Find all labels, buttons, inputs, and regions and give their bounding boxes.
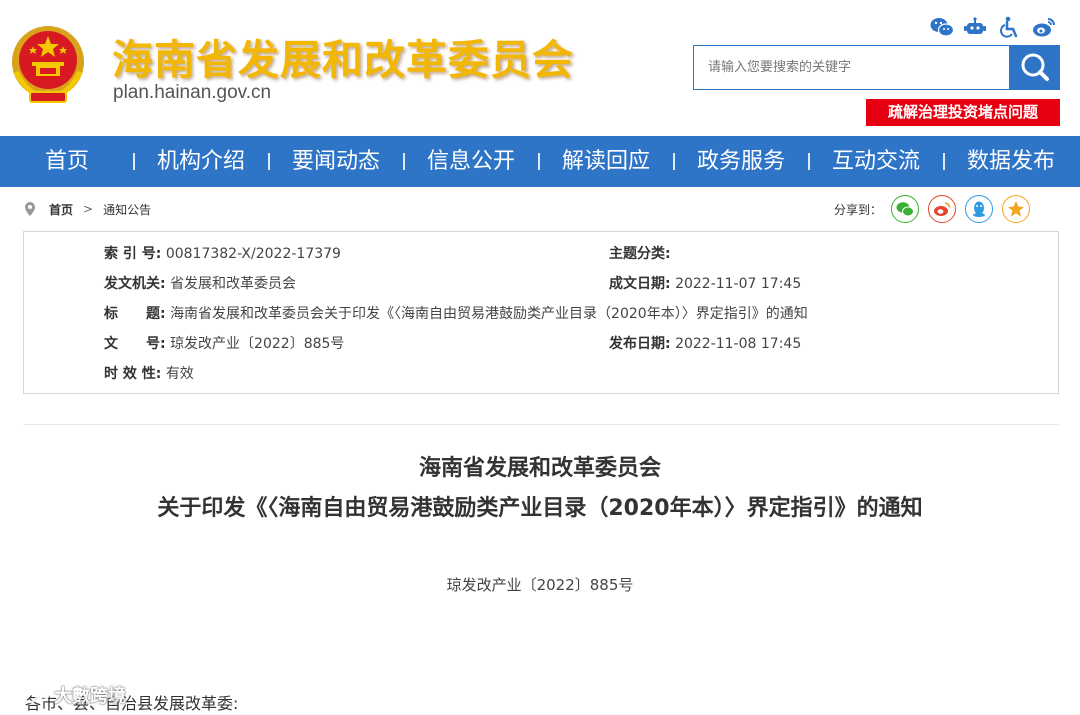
search-box: [693, 45, 1010, 90]
weibo-icon[interactable]: [1032, 16, 1055, 38]
share-label: 分享到：: [834, 202, 883, 217]
share-bar: 分享到：: [834, 195, 1031, 223]
meta-validity-label: 时 效 性:: [104, 366, 162, 382]
meta-date-written-value: 2022-11-07 17:45: [675, 276, 802, 292]
share-weibo-icon[interactable]: [928, 195, 957, 223]
search-button[interactable]: [1010, 45, 1060, 90]
meta-publish-date-label: 发布日期:: [609, 336, 671, 352]
nav-separator: [943, 153, 945, 170]
share-wechat-icon[interactable]: [891, 195, 920, 223]
nav-separator: [268, 153, 270, 170]
nav-info-disclosure[interactable]: 信息公开: [427, 136, 515, 187]
accessibility-icon[interactable]: [998, 16, 1020, 38]
search-input[interactable]: [694, 46, 1009, 89]
meta-validity-value: 有效: [165, 366, 194, 382]
meta-topic-row: 主题分类:: [609, 243, 671, 263]
nav-news[interactable]: 要闻动态: [292, 136, 380, 187]
meta-index-label: 索 引 号:: [104, 246, 162, 262]
meta-date-written-label: 成文日期:: [609, 276, 671, 292]
meta-issuer-row: 发文机关: 省发展和改革委员会: [104, 273, 296, 293]
meta-issuer-value: 省发展和改革委员会: [170, 276, 297, 292]
watermark-logo-icon: [8, 686, 50, 704]
meta-title-row: 标 题: 海南省发展和改革委员会关于印发《〈海南自由贸易港鼓励类产业目录（202…: [104, 303, 808, 323]
document-meta-box: 索 引 号: 00817382-X/2022-17379 主题分类: 发文机关:…: [23, 231, 1059, 394]
document-title-line1: 海南省发展和改革委员会: [418, 456, 661, 481]
meta-date-written-row: 成文日期: 2022-11-07 17:45: [609, 273, 801, 293]
nav-institution[interactable]: 机构介绍: [157, 136, 245, 187]
meta-doc-number-value: 琼发改产业〔2022〕885号: [170, 336, 345, 352]
investment-issue-banner[interactable]: 疏解治理投资堵点问题: [866, 99, 1060, 126]
nav-gov-services[interactable]: 政务服务: [697, 136, 785, 187]
nav-interaction[interactable]: 互动交流: [832, 136, 920, 187]
site-header: 海南省发展和改革委员会 plan.hainan.gov.cn 疏解治理投资堵点问…: [0, 0, 1080, 136]
meta-title-label: 标 题:: [104, 306, 166, 322]
wechat-icon[interactable]: [930, 16, 955, 38]
nav-separator: [808, 153, 810, 170]
share-qq-icon[interactable]: [965, 195, 994, 223]
location-pin-icon: [25, 202, 35, 216]
nav-home[interactable]: 首页: [45, 136, 89, 187]
nav-separator: [538, 153, 540, 170]
nav-separator: [133, 153, 135, 170]
document-number: 琼发改产业〔2022〕885号: [446, 576, 634, 594]
breadcrumb-separator: >: [83, 202, 94, 216]
breadcrumb: 首页 > 通知公告: [24, 198, 151, 220]
nav-separator: [673, 153, 675, 170]
content-divider: [23, 424, 1059, 425]
national-emblem-icon[interactable]: [8, 22, 88, 106]
nav-separator: [403, 153, 405, 170]
meta-publish-date-row: 发布日期: 2022-11-08 17:45: [609, 333, 801, 353]
meta-validity-row: 时 效 性: 有效: [104, 363, 194, 383]
meta-title-value: 海南省发展和改革委员会关于印发《〈海南自由贸易港鼓励类产业目录（2020年本）〉…: [170, 306, 808, 322]
nav-data-release[interactable]: 数据发布: [967, 136, 1055, 187]
document-title-line2: 关于印发《〈海南自由贸易港鼓励类产业目录（2020年本）〉界定指引》的通知: [157, 496, 923, 521]
site-title[interactable]: 海南省发展和改革委员会: [112, 26, 574, 86]
main-nav: 首页 机构介绍 要闻动态 信息公开 解读回应 政务服务 互动交流 数据发布: [0, 136, 1080, 187]
share-qzone-star-icon[interactable]: [1002, 195, 1031, 223]
watermark-text: 大數跨境: [54, 686, 126, 707]
breadcrumb-home[interactable]: 首页: [49, 201, 73, 218]
robot-icon[interactable]: [964, 16, 986, 38]
nav-interpretation[interactable]: 解读回应: [562, 136, 650, 187]
meta-index-row: 索 引 号: 00817382-X/2022-17379: [104, 243, 341, 263]
meta-issuer-label: 发文机关:: [104, 276, 166, 292]
search-icon: [1021, 53, 1049, 81]
meta-publish-date-value: 2022-11-08 17:45: [675, 336, 802, 352]
breadcrumb-current[interactable]: 通知公告: [103, 201, 151, 218]
meta-doc-number-label: 文 号:: [104, 336, 166, 352]
watermark: 大數跨境: [6, 680, 126, 710]
meta-index-value: 00817382-X/2022-17379: [165, 246, 341, 262]
meta-topic-label: 主题分类:: [609, 246, 671, 262]
site-url[interactable]: plan.hainan.gov.cn: [113, 82, 271, 104]
meta-doc-number-row: 文 号: 琼发改产业〔2022〕885号: [104, 333, 344, 353]
top-utility-icons: [930, 13, 1065, 41]
